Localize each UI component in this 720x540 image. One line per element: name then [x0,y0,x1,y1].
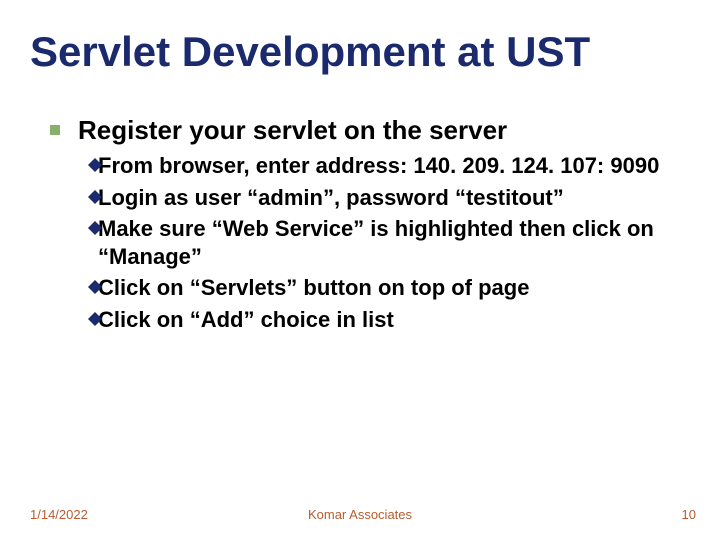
sub-bullet-text: Login as user “admin”, password “testito… [98,184,564,212]
sub-bullet-item: Click on “Add” choice in list [88,306,680,334]
rest-text: sure “Web Service” is highlighted then c… [98,216,654,269]
sub-bullet-text: Click on “Add” choice in list [98,306,394,334]
sub-bullet-list: From browser, enter address: 140. 209. 1… [88,152,680,333]
footer-author: Komar Associates [0,507,720,522]
rest-text: on “Add” choice in list [151,307,394,332]
rest-text: on “Servlets” button on top of page [151,275,530,300]
lead-word: From [98,153,153,178]
square-bullet-icon [50,125,60,135]
lead-word: Click [98,275,151,300]
bullet-level1: Register your servlet on the server [50,115,680,146]
level1-text: Register your servlet on the server [78,115,507,146]
sub-bullet-item: Login as user “admin”, password “testito… [88,184,680,212]
lead-word: Login [98,185,158,210]
rest-text: browser, enter address: 140. 209. 124. 1… [153,153,659,178]
sub-bullet-text: Click on “Servlets” button on top of pag… [98,274,529,302]
sub-bullet-text: From browser, enter address: 140. 209. 1… [98,152,659,180]
slide-title: Servlet Development at UST [30,28,700,76]
rest-text: as user “admin”, password “testitout” [158,185,564,210]
sub-bullet-item: Click on “Servlets” button on top of pag… [88,274,680,302]
slide: Servlet Development at UST Register your… [0,0,720,540]
lead-word: Make [98,216,153,241]
footer-page-number: 10 [682,507,696,522]
sub-bullet-item: Make sure “Web Service” is highlighted t… [88,215,680,270]
lead-word: Click [98,307,151,332]
sub-bullet-text: Make sure “Web Service” is highlighted t… [98,215,680,270]
slide-footer: 1/14/2022 Komar Associates 10 [0,502,720,522]
sub-bullet-item: From browser, enter address: 140. 209. 1… [88,152,680,180]
slide-body: Register your servlet on the server From… [50,115,680,337]
